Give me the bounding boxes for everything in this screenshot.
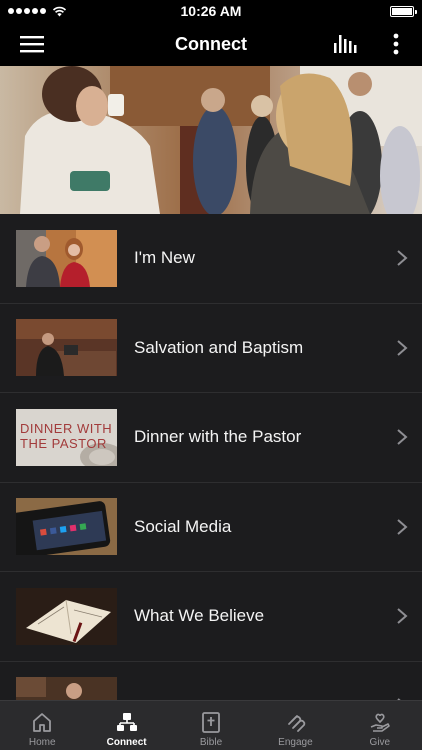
home-icon <box>33 713 52 732</box>
thumbnail-image <box>16 229 117 287</box>
battery-icon <box>390 5 417 17</box>
more-button[interactable] <box>384 22 408 66</box>
equalizer-icon <box>334 35 357 53</box>
wifi-icon <box>52 6 67 16</box>
bible-icon <box>202 712 220 733</box>
page-title: Connect <box>175 33 247 54</box>
list-item-what-we-believe[interactable]: What We Believe <box>0 572 422 662</box>
connect-icon <box>116 713 137 731</box>
thumbnail-caption: DINNER WITH THE PASTOR <box>20 421 112 451</box>
list-item-label: Salvation and Baptism <box>134 337 304 357</box>
thumbnail-caption-line1: DINNER WITH <box>20 420 113 436</box>
tab-label: Home <box>28 737 56 748</box>
list-item-dinner-with-the-pastor[interactable]: DINNER WITH THE PASTOR Dinner with the P… <box>0 393 422 483</box>
tab-label: Connect <box>106 737 147 748</box>
chevron-right-icon <box>397 608 408 625</box>
tab-home[interactable]: Home <box>0 701 84 750</box>
thumbnail-caption-line2: THE PASTOR <box>20 435 107 451</box>
tab-engage[interactable]: Engage <box>253 701 337 750</box>
thumbnail-image: DINNER WITH THE PASTOR <box>16 408 117 466</box>
tab-label: Give <box>369 737 391 748</box>
signal-icon <box>8 8 46 14</box>
thumbnail-image <box>16 319 117 377</box>
list-item-label: I'm New <box>134 248 195 268</box>
list-item-social-media[interactable]: Social Media <box>0 483 422 572</box>
tab-connect[interactable]: Connect <box>84 701 168 750</box>
tab-bar: Home Connect Bible Engage Give <box>0 700 422 750</box>
give-icon <box>370 713 390 732</box>
list-item-im-new[interactable]: I'm New <box>0 214 422 304</box>
thumbnail-image <box>16 677 117 700</box>
engage-icon <box>288 715 306 732</box>
thumbnail-image <box>16 587 117 645</box>
list-item-label: Social Media <box>134 516 232 536</box>
menu-button[interactable] <box>12 22 52 66</box>
connect-list: I'm New Salvation and Baptism DINNER WIT… <box>0 214 422 700</box>
nav-bar: Connect <box>0 22 422 66</box>
tab-bible[interactable]: Bible <box>169 701 253 750</box>
thumbnail-image <box>16 498 117 556</box>
hero-image <box>0 66 422 214</box>
list-item-partial[interactable] <box>0 662 422 700</box>
audio-button[interactable] <box>326 22 366 66</box>
hamburger-icon <box>20 36 44 53</box>
chevron-right-icon <box>397 339 408 356</box>
chevron-right-icon <box>397 518 408 535</box>
list-item-label: What We Believe <box>134 606 265 626</box>
tab-label: Engage <box>278 737 313 748</box>
list-item-salvation-and-baptism[interactable]: Salvation and Baptism <box>0 304 422 393</box>
list-item-label: Dinner with the Pastor <box>134 427 302 447</box>
status-bar: 10:26 AM <box>0 0 422 22</box>
tab-label: Bible <box>199 737 223 748</box>
chevron-right-icon <box>397 429 408 446</box>
more-vertical-icon <box>393 33 399 55</box>
chevron-right-icon <box>397 250 408 267</box>
tab-give[interactable]: Give <box>338 701 422 750</box>
signal-and-wifi <box>8 6 67 17</box>
